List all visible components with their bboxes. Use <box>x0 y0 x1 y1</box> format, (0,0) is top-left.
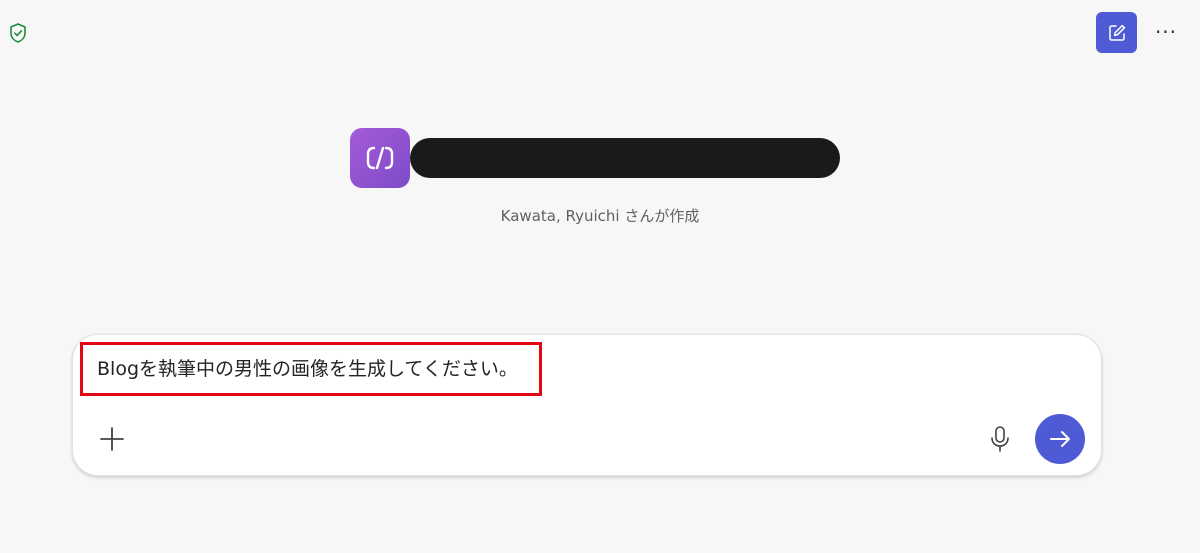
new-chat-button[interactable] <box>1096 12 1137 53</box>
send-button[interactable] <box>1035 414 1085 464</box>
plus-icon <box>100 427 124 451</box>
message-input[interactable]: Blogを執筆中の男性の画像を生成してください。 <box>97 356 518 382</box>
code-slash-icon <box>366 146 394 170</box>
agent-logo <box>350 128 410 188</box>
arrow-right-icon <box>1050 431 1070 447</box>
add-attachment-button[interactable] <box>98 425 126 453</box>
creator-text: Kawata, Ryuichi さんが作成 <box>500 207 700 225</box>
shield-check-icon <box>7 22 29 44</box>
agent-name-redacted <box>410 138 840 178</box>
more-icon: ··· <box>1154 20 1178 44</box>
compose-icon <box>1108 24 1125 41</box>
more-options-button[interactable]: ··· <box>1152 20 1180 44</box>
microphone-icon <box>991 426 1009 452</box>
microphone-button[interactable] <box>986 424 1014 454</box>
